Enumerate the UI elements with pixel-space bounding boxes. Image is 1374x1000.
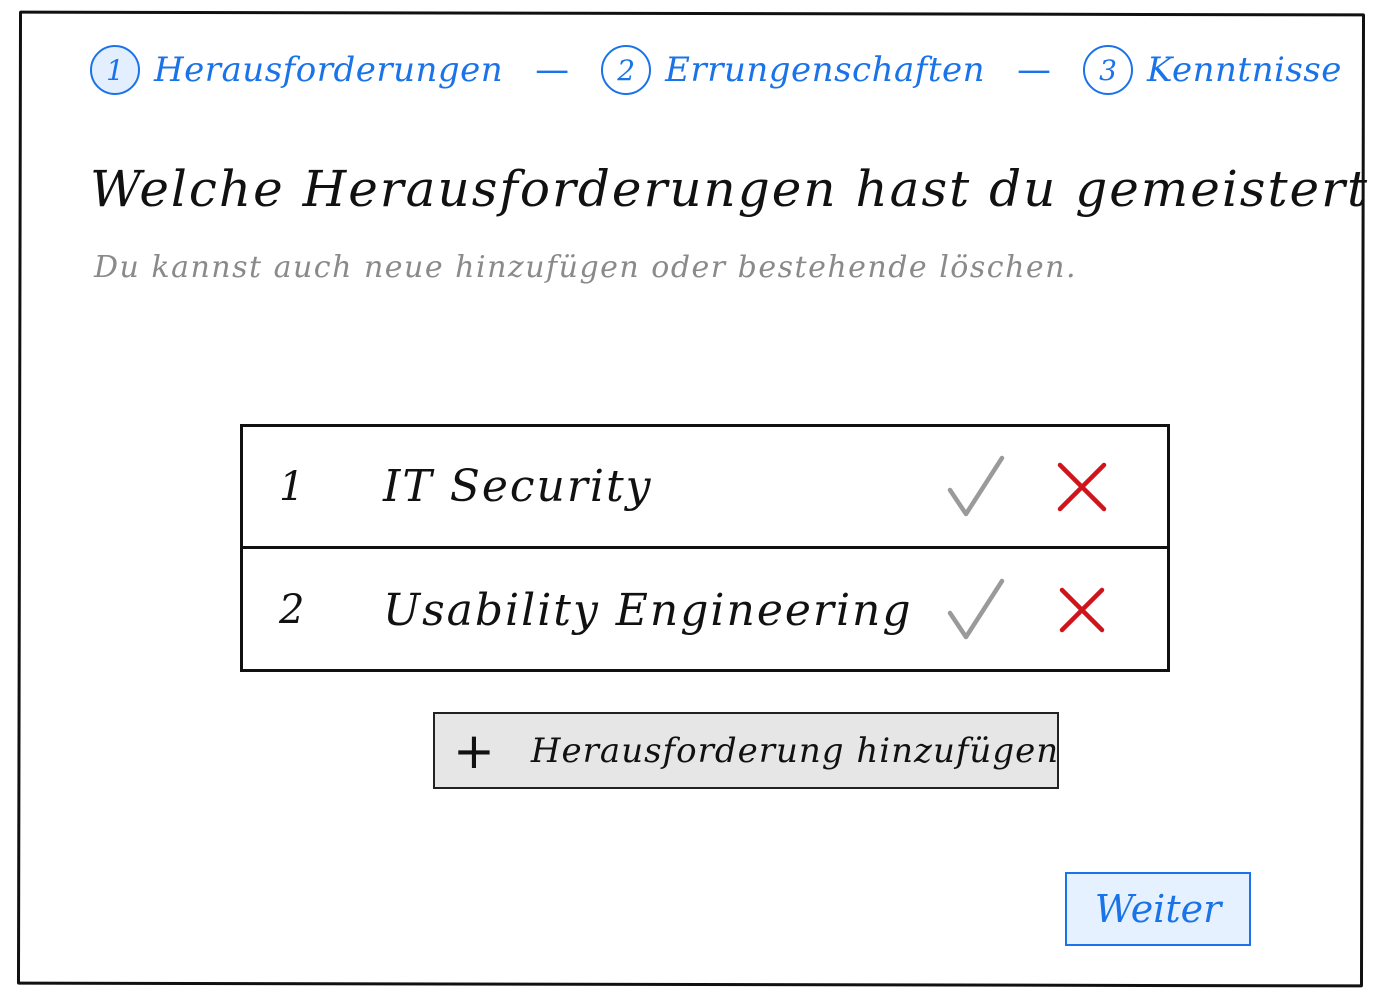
- add-challenge-button[interactable]: + Herausforderung hinzufügen: [433, 712, 1059, 789]
- challenges-table: 1 IT Security 2 Usability Engineering: [240, 424, 1170, 672]
- step-1-number: 1: [90, 45, 140, 95]
- page-title: Welche Herausforderungen hast du gemeist…: [90, 160, 1374, 218]
- table-row: 1 IT Security: [243, 427, 1167, 549]
- progress-stepper: 1 Herausforderungen — 2 Errungenschaften…: [90, 38, 1341, 102]
- page-subtitle: Du kannst auch neue hinzufügen oder best…: [94, 250, 1077, 285]
- next-button[interactable]: Weiter: [1065, 872, 1251, 946]
- step-3-number: 3: [1083, 45, 1133, 95]
- add-challenge-label: Herausforderung hinzufügen: [530, 730, 1060, 771]
- plus-icon: +: [453, 721, 495, 780]
- row-number: 1: [279, 463, 305, 510]
- check-icon[interactable]: [941, 452, 1011, 522]
- step-separator: —: [1017, 50, 1051, 90]
- close-icon[interactable]: [1047, 575, 1117, 645]
- step-1[interactable]: 1 Herausforderungen: [90, 45, 503, 95]
- table-row: 2 Usability Engineering: [243, 549, 1167, 671]
- row-label: Usability Engineering: [383, 584, 913, 636]
- check-icon[interactable]: [941, 575, 1011, 645]
- step-2-label: Errungenschaften: [665, 50, 985, 90]
- step-2-number: 2: [601, 45, 652, 95]
- close-icon[interactable]: [1047, 452, 1117, 522]
- step-2[interactable]: 2 Errungenschaften: [601, 45, 985, 95]
- row-label: IT Security: [383, 461, 653, 512]
- step-separator: —: [535, 50, 570, 90]
- step-1-label: Herausforderungen: [154, 50, 504, 90]
- step-3[interactable]: 3 Kenntnisse: [1083, 45, 1342, 95]
- next-button-label: Weiter: [1094, 887, 1222, 931]
- step-3-label: Kenntnisse: [1147, 50, 1342, 90]
- row-number: 2: [279, 587, 305, 633]
